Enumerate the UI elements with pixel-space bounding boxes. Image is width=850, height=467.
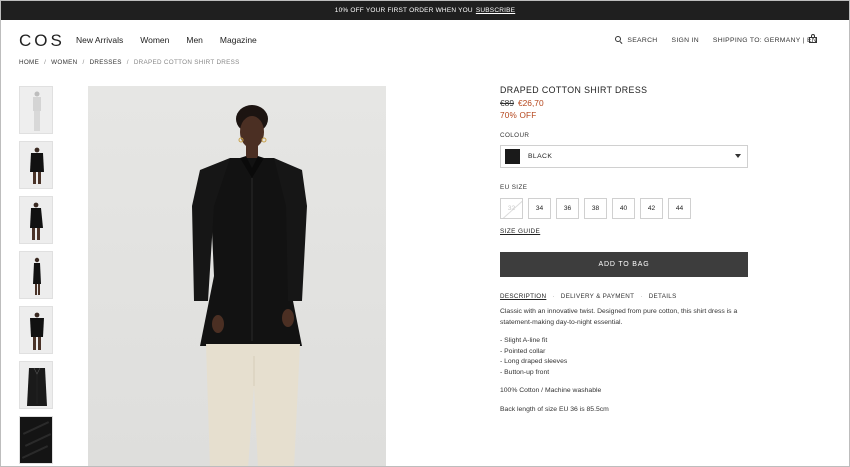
add-to-bag-button[interactable]: ADD TO BAG xyxy=(500,252,748,277)
sale-price: €26,70 xyxy=(517,98,544,108)
feature-item: - Slight A-line fit xyxy=(500,337,548,345)
material-info: 100% Cotton / Machine washable xyxy=(500,387,602,395)
size-label: EU SIZE xyxy=(500,184,528,191)
colour-dropdown[interactable]: BLACK xyxy=(500,145,748,168)
breadcrumb-home[interactable]: HOME xyxy=(19,59,39,66)
feature-item: - Button-up front xyxy=(500,368,550,376)
size-guide-link[interactable]: SIZE GUIDE xyxy=(500,228,540,235)
thumbnail-6[interactable] xyxy=(19,361,53,409)
size-option-34[interactable]: 34 xyxy=(528,198,551,219)
promo-bar: 10% OFF YOUR FIRST ORDER WHEN YOU SUBSCR… xyxy=(1,1,849,20)
breadcrumb-women[interactable]: WOMEN xyxy=(51,59,77,66)
product-info-panel: DRAPED COTTON SHIRT DRESS €89 €26,70 70%… xyxy=(500,85,748,415)
nav-new-arrivals[interactable]: New Arrivals xyxy=(76,35,123,45)
product-title: DRAPED COTTON SHIRT DRESS xyxy=(500,85,648,95)
tab-delivery-payment[interactable]: DELIVERY & PAYMENT xyxy=(561,293,635,300)
subscribe-link[interactable]: SUBSCRIBE xyxy=(476,7,515,14)
tab-description[interactable]: DESCRIPTION xyxy=(500,293,546,300)
cos-logo[interactable]: COS xyxy=(19,31,65,51)
search-icon xyxy=(615,36,623,44)
back-length-info: Back length of size EU 36 is 85.5cm xyxy=(500,405,609,413)
thumbnail-5[interactable] xyxy=(19,306,53,354)
breadcrumb-dresses[interactable]: DRESSES xyxy=(90,59,122,66)
feature-item: - Pointed collar xyxy=(500,347,546,355)
shipping-selector[interactable]: SHIPPING TO: GERMANY | EN xyxy=(713,37,817,44)
main-product-image[interactable] xyxy=(88,86,386,466)
tab-details[interactable]: DETAILS xyxy=(649,293,677,300)
size-option-40[interactable]: 40 xyxy=(612,198,635,219)
thumbnail-3[interactable] xyxy=(19,196,53,244)
page-frame: 10% OFF YOUR FIRST ORDER WHEN YOU SUBSCR… xyxy=(0,0,850,467)
thumbnail-1[interactable] xyxy=(19,86,53,134)
colour-value: BLACK xyxy=(528,153,553,160)
original-price: €89 xyxy=(500,98,514,108)
breadcrumb-current: DRAPED COTTON SHIRT DRESS xyxy=(133,59,240,66)
price-row: €89 €26,70 xyxy=(500,98,748,108)
thumbnail-gallery xyxy=(19,86,53,466)
breadcrumb: HOME / WOMEN / DRESSES / DRAPED COTTON SHIR… xyxy=(19,59,240,66)
thumbnail-4[interactable] xyxy=(19,251,53,299)
header-utilities: SEARCH SIGN IN SHIPPING TO: GERMANY | EN xyxy=(615,36,817,44)
product-tabs: DESCRIPTION · DELIVERY & PAYMENT · DETAI… xyxy=(500,293,677,300)
product-description: Classic with an innovative twist. Design… xyxy=(500,307,748,415)
size-option-36[interactable]: 36 xyxy=(556,198,579,219)
size-option-32[interactable]: 32 xyxy=(500,198,523,219)
colour-swatch xyxy=(505,149,520,164)
site-header: COS New Arrivals Women Men Magazine SEAR… xyxy=(1,20,849,60)
feature-item: - Long draped sleeves xyxy=(500,358,568,366)
size-selector: 32 34 36 38 40 42 44 xyxy=(500,198,748,219)
thumbnail-7[interactable] xyxy=(19,416,53,464)
nav-magazine[interactable]: Magazine xyxy=(220,35,257,45)
size-option-44[interactable]: 44 xyxy=(668,198,691,219)
colour-label: COLOUR xyxy=(500,132,530,139)
nav-women[interactable]: Women xyxy=(140,35,169,45)
nav-men[interactable]: Men xyxy=(186,35,203,45)
thumbnail-2[interactable] xyxy=(19,141,53,189)
discount-label: 70% OFF xyxy=(500,111,537,120)
size-option-38[interactable]: 38 xyxy=(584,198,607,219)
size-option-42[interactable]: 42 xyxy=(640,198,663,219)
chevron-down-icon xyxy=(735,154,741,158)
sign-in-link[interactable]: SIGN IN xyxy=(672,37,699,44)
promo-text: 10% OFF YOUR FIRST ORDER WHEN YOU xyxy=(334,7,473,14)
shopping-bag-icon[interactable] xyxy=(809,34,817,43)
description-text: Classic with an innovative twist. Design… xyxy=(500,308,738,326)
search-button[interactable]: SEARCH xyxy=(615,36,657,44)
search-label: SEARCH xyxy=(627,36,658,44)
main-nav: New Arrivals Women Men Magazine xyxy=(76,35,257,45)
